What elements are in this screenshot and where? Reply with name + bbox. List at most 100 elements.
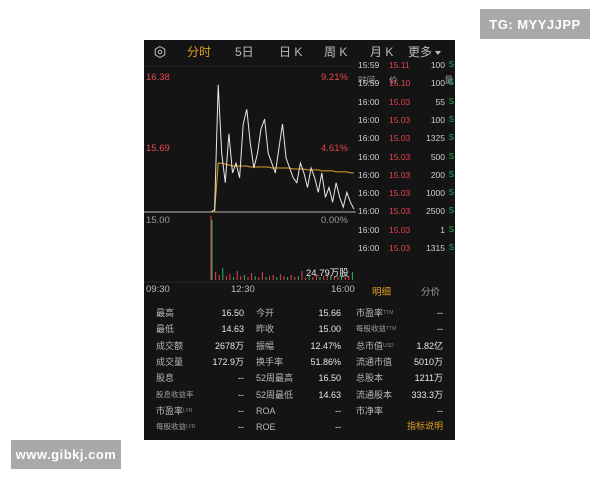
tab-weekly-k[interactable]: 周 K [324, 40, 347, 64]
stat-label: 最高 [156, 308, 175, 318]
stat-value: 172.9万 [212, 356, 244, 367]
stats-row: 股息收益率 -- 52周最低 14.63 流通股本 333.3万 [144, 387, 455, 403]
stats-row: 市盈率LYR -- ROA -- 市净率 -- [144, 403, 455, 419]
tick-time: 16:00 [358, 206, 380, 217]
stat-value: 333.3万 [411, 389, 443, 400]
volume-label: 24.79万股 [306, 268, 349, 279]
tick-time: 16:00 [358, 243, 380, 253]
tick-volume: 1 [440, 224, 445, 235]
tick-price: 15.03 [389, 114, 411, 125]
time-label-open: 09:30 [146, 284, 170, 295]
stats-row: 成交量 172.9万 换手率 51.86% 流通市值 5010万 [144, 354, 455, 370]
tick-row: 16:00 15.03 1000 S [356, 184, 455, 202]
tab-5day[interactable]: 5日 [235, 40, 254, 64]
tick-volume: 1325 [426, 133, 445, 144]
stat-value: 5010万 [413, 356, 443, 367]
tick-price: 15.03 [389, 206, 411, 217]
stat-value: 15.00 [318, 324, 341, 335]
tick-price: 15.03 [389, 224, 411, 235]
tick-side: S [448, 188, 454, 198]
tick-side: S [448, 169, 454, 179]
tick-list[interactable]: 时间 价 量 15:59 15.11 100 S 15:59 15.10 100 S 16:00… [356, 60, 455, 302]
tick-price: 15.03 [389, 169, 411, 180]
tick-row: 16:00 15.03 100 S [356, 111, 455, 129]
tick-volume: 55 [435, 96, 445, 107]
stat-label: 流通市值 [356, 356, 393, 367]
tick-side: S [448, 60, 454, 69]
tick-price: 15.11 [389, 60, 410, 70]
stat-label: 今开 [256, 308, 275, 318]
tick-side: S [448, 78, 454, 88]
stat-value: -- [437, 405, 443, 416]
tick-time: 16:00 [358, 151, 380, 162]
stock-app: 分时 5日 日 K 周 K 月 K 更多 16.38 9.21% 15.69 4… [144, 40, 455, 440]
tick-price: 15.03 [389, 243, 411, 253]
stat-label: 每股收益TTM [356, 324, 397, 334]
tick-volume: 100 [430, 114, 445, 125]
tick-row: 16:00 15.03 1315 S [356, 239, 455, 257]
stat-label: 昨收 [256, 324, 275, 335]
stats-panel: 最高 16.50 今开 15.66 市盈率TTM -- 最低 14.63 昨收 15.00 每股收益… [144, 302, 455, 438]
tick-subtabs: 明细 分价 [356, 281, 455, 299]
tick-volume: 2500 [426, 206, 445, 217]
caret-down-icon [435, 50, 442, 55]
tick-time: 15:59 [358, 78, 380, 89]
settings-icon[interactable] [154, 46, 166, 58]
tick-price: 15.03 [389, 96, 411, 107]
tick-side: S [448, 151, 454, 161]
price-high-label: 16.38 [146, 72, 170, 83]
tab-price-split[interactable]: 分价 [421, 284, 440, 298]
stat-label: 换手率 [256, 356, 284, 367]
stat-label-superscript: TTM [383, 310, 394, 316]
stat-label: 市盈率TTM [356, 308, 394, 318]
stat-label: 总股本 [356, 373, 384, 384]
tick-side: S [448, 96, 454, 106]
tab-detail[interactable]: 明细 [372, 284, 391, 298]
stat-label: 流通股本 [356, 389, 393, 400]
tick-volume: 1315 [426, 243, 445, 253]
tick-price: 15.03 [389, 188, 411, 199]
tick-time: 16:00 [358, 133, 380, 144]
price-base-label: 15.00 [146, 215, 170, 226]
stat-label: 成交额 [156, 340, 184, 351]
watermark-top: TG: MYYJJPP [480, 9, 590, 39]
tab-daily-k[interactable]: 日 K [279, 40, 302, 64]
tick-row: 16:00 15.03 55 S [356, 93, 455, 111]
indicator-help-link[interactable]: 指标说明 [407, 419, 443, 432]
tick-volume: 200 [430, 169, 445, 180]
stat-label: 总市值USD [356, 340, 394, 351]
stat-value: -- [437, 308, 443, 318]
tick-side: S [448, 133, 454, 143]
pct-base-label: 0.00% [321, 215, 348, 226]
tick-time: 16:00 [358, 188, 380, 199]
tick-row: 16:00 15.03 2500 S [356, 202, 455, 220]
stat-value: -- [238, 389, 244, 400]
tick-time: 15:59 [358, 60, 380, 70]
stat-label: 最低 [156, 324, 175, 335]
tick-price: 15.10 [389, 78, 411, 89]
tick-side: S [448, 114, 454, 124]
tick-row: 16:00 15.03 500 S [356, 148, 455, 166]
stats-row: 最高 16.50 今开 15.66 市盈率TTM -- [144, 305, 455, 321]
stat-label-superscript: TTM [386, 326, 397, 333]
stat-label: 52周最低 [256, 389, 294, 400]
tick-volume: 100 [430, 60, 445, 70]
stat-label: 市净率 [356, 405, 384, 416]
stat-value: -- [238, 422, 244, 433]
stat-label: 股息 [156, 373, 175, 384]
stat-label: 股息收益率 [156, 389, 194, 399]
stat-value: 1.82亿 [416, 340, 443, 351]
tick-row: 16:00 15.03 1325 S [356, 129, 455, 147]
stat-value: -- [238, 405, 244, 416]
tick-side: S [448, 243, 454, 252]
tick-side: S [448, 224, 454, 234]
pct-mid-label: 4.61% [321, 143, 348, 154]
stats-row: 成交额 2678万 振幅 12.47% 总市值USD 1.82亿 [144, 338, 455, 354]
stat-value: -- [335, 422, 341, 433]
tick-row: 16:00 15.03 1 S [356, 221, 455, 239]
tick-time: 16:00 [358, 169, 380, 180]
stat-label: 振幅 [256, 340, 275, 351]
time-label-close: 16:00 [331, 284, 355, 295]
tab-intraday[interactable]: 分时 [187, 40, 211, 64]
tick-volume: 500 [430, 151, 445, 162]
